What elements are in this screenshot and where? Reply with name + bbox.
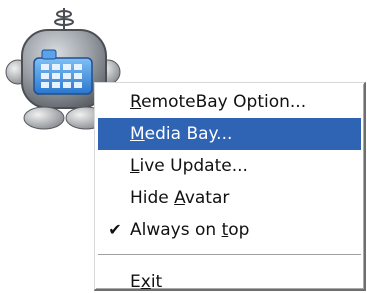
check-icon [106,86,124,118]
menu-item-label: edia Bay... [144,124,233,144]
menu-separator [98,254,361,258]
menu-item-label: Always on [130,220,222,240]
accelerator-key: A [174,188,185,208]
menu-item-label: emoteBay Option... [141,92,307,112]
menu-item-hide-avatar[interactable]: Hide Avatar [98,182,361,214]
menu-item-remotebay-option[interactable]: RemoteBay Option... [98,86,361,118]
menu-item-label: Hide [130,188,175,208]
accelerator-key: R [130,92,142,112]
desktop: RemoteBay Option... Media Bay... Live Up… [0,0,367,293]
accelerator-key: M [130,124,145,144]
menu-item-live-update[interactable]: Live Update... [98,150,361,182]
checkmark-icon: ✔ [108,220,122,239]
menu-item-media-bay[interactable]: Media Bay... [98,118,361,150]
menu-item-label: op [228,220,250,240]
menu-item-label: vatar [184,188,230,208]
check-icon [106,118,124,150]
accelerator-key: x [140,272,151,292]
menu-item-label: it [150,272,163,292]
menu-item-label: E [130,272,141,292]
check-icon [106,182,124,214]
check-icon [106,150,124,182]
menu-item-always-on-top[interactable]: ✔ Always on top [98,214,361,246]
context-menu: RemoteBay Option... Media Bay... Live Up… [94,82,366,293]
check-icon [106,266,124,293]
menu-item-label: ive Update... [139,156,248,176]
menu-item-exit[interactable]: Exit [98,266,361,293]
